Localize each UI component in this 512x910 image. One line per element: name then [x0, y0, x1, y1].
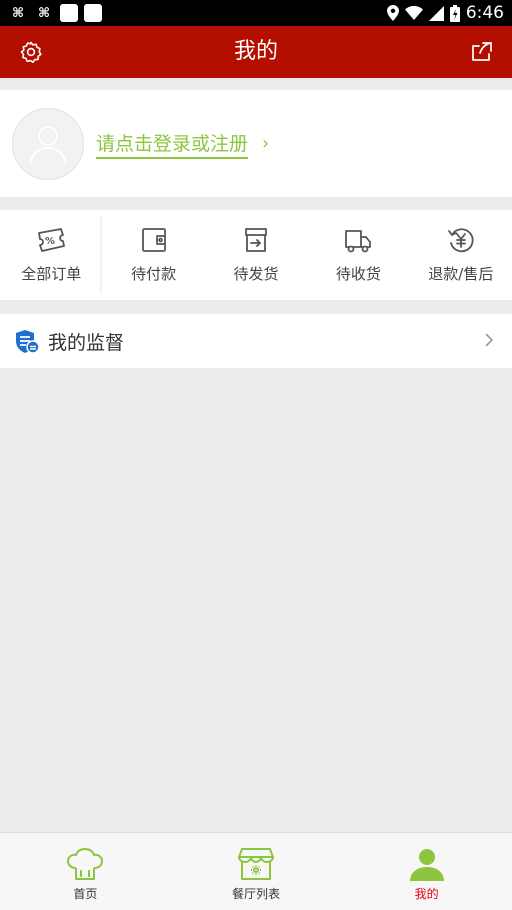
refund-yen-icon — [447, 228, 474, 253]
my-supervision-row[interactable]: 我的监督 — [0, 314, 512, 368]
order-pending-payment-button[interactable]: 待付款 — [102, 210, 204, 300]
order-label: 退款/售后 — [428, 265, 494, 283]
order-label: 待收货 — [335, 265, 381, 283]
signal-icon — [428, 5, 444, 21]
user-icon — [409, 849, 444, 881]
battery-icon — [449, 4, 460, 22]
wallet-icon — [141, 228, 166, 252]
app-header: 我的 — [0, 26, 512, 78]
nav-label: 首页 — [73, 887, 98, 901]
box-icon — [245, 228, 267, 252]
chef-hat-icon — [67, 848, 104, 880]
nav-label: 我的 — [414, 887, 439, 901]
avatar[interactable] — [12, 107, 84, 180]
truck-icon — [345, 230, 372, 253]
status-left-icons: ⌘ ⌘ — [8, 4, 102, 22]
login-card[interactable]: 请点击登录或注册 › — [0, 90, 512, 197]
wifi-icon — [404, 6, 423, 20]
notification-square-icon — [84, 4, 102, 22]
chevron-right-icon: › — [262, 133, 270, 154]
shield-list-icon — [16, 330, 40, 354]
app-icon: ⌘ — [37, 5, 51, 21]
status-time: 6:46 — [465, 3, 504, 23]
order-label: 待发货 — [233, 265, 279, 283]
app-icon: ⌘ — [11, 5, 25, 21]
nav-home[interactable]: 首页 — [0, 833, 171, 910]
percent-ticket-icon: % — [38, 228, 66, 252]
chevron-right-icon — [485, 333, 494, 347]
page-title: 我的 — [233, 39, 278, 64]
login-register-link[interactable]: 请点击登录或注册 — [96, 129, 249, 159]
restaurant-icon — [238, 848, 274, 880]
nav-mine[interactable]: 我的 — [341, 833, 512, 910]
nav-label: 餐厅列表 — [232, 887, 281, 901]
notification-square-icon — [60, 4, 78, 22]
order-refund-button[interactable]: 退款/售后 — [410, 210, 512, 300]
svg-text:%: % — [45, 236, 55, 247]
order-pending-receipt-button[interactable]: 待收货 — [307, 210, 409, 300]
share-icon[interactable] — [470, 40, 494, 64]
status-bar: ⌘ ⌘ 6:46 — [0, 0, 512, 26]
supervision-label: 我的监督 — [48, 331, 125, 354]
order-all-button[interactable]: % 全部订单 — [0, 210, 103, 300]
default-avatar-icon — [30, 125, 66, 162]
status-right-icons: 6:46 — [386, 3, 504, 23]
nav-restaurant-list[interactable]: 餐厅列表 — [171, 833, 342, 910]
bottom-navigation: 首页 餐厅列表 我的 — [0, 832, 512, 910]
order-status-bar: % 全部订单 待付款 待发货 待收货 退款/售后 — [0, 210, 512, 300]
order-label: 全部订单 — [21, 265, 82, 283]
order-label: 待付款 — [131, 265, 177, 283]
location-icon — [386, 5, 399, 21]
order-pending-shipment-button[interactable]: 待发货 — [205, 210, 307, 300]
